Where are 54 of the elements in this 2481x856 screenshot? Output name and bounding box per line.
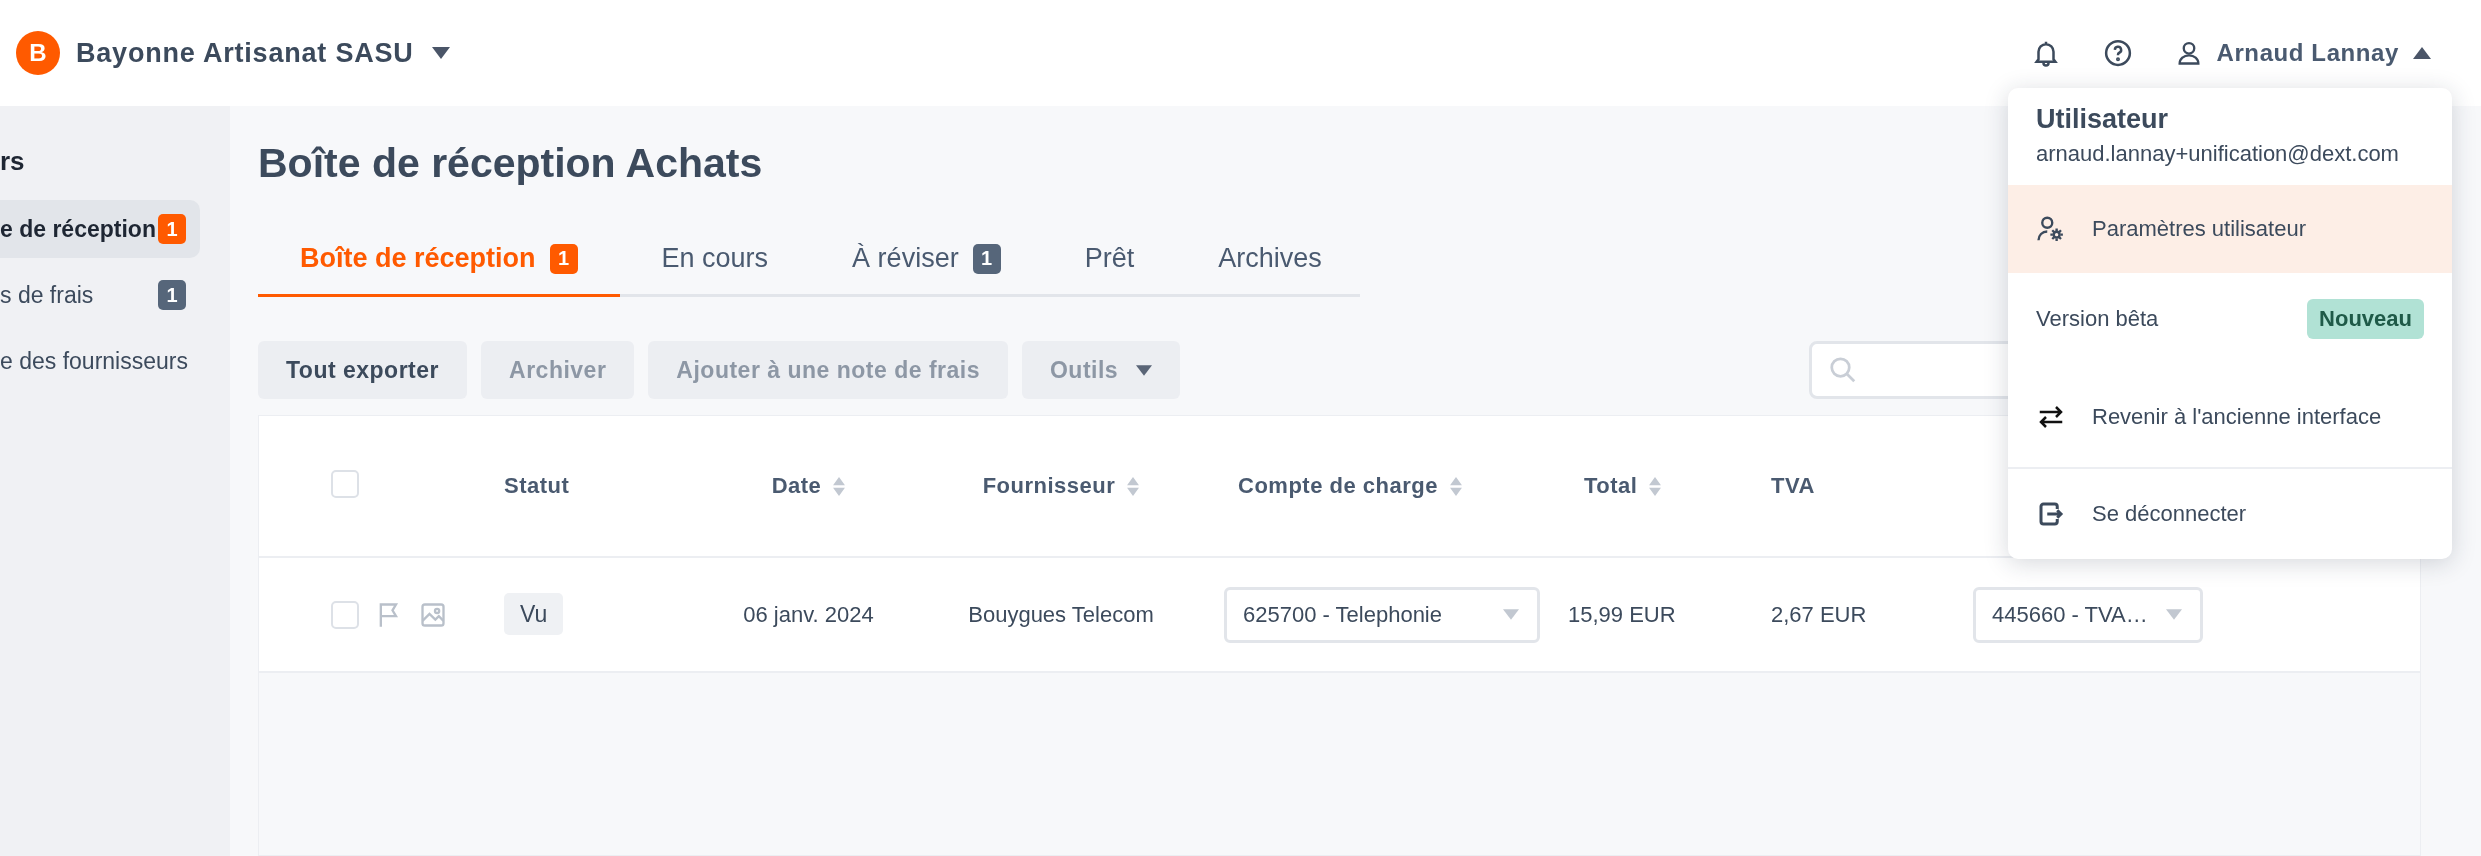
column-header[interactable]: Compte de charge	[1238, 473, 1438, 499]
column-header[interactable]: Fournisseur	[982, 473, 1116, 499]
tab[interactable]: Archives	[1176, 229, 1364, 297]
menu-item-label: Version bêta	[2036, 306, 2159, 332]
menu-item[interactable]: Se déconnecter	[2008, 467, 2452, 559]
table-cell: 06 janv. 2024	[743, 601, 874, 627]
caret-icon	[2413, 47, 2431, 59]
user-email: arnaud.lannay+unification@dext.com	[2036, 141, 2400, 167]
menu-item[interactable]: Paramètres utilisateur	[2008, 185, 2452, 273]
sidebar-item-label: e des fournisseurs	[0, 347, 188, 375]
column-header[interactable]: Total	[1584, 473, 1638, 499]
menu-item[interactable]: Revenir à l'ancienne interface	[2008, 373, 2452, 461]
sidebar-item[interactable]: e de réception 1	[0, 200, 200, 258]
sidebar-item-label: s de frais	[0, 281, 94, 309]
new-badge: Nouveau	[2307, 299, 2424, 339]
count-badge: 1	[158, 214, 186, 244]
status-chip: Vu	[504, 593, 564, 635]
account-select[interactable]: 625700 - Telephonie	[1224, 586, 1540, 643]
caret-icon	[2166, 609, 2182, 620]
menu-title: Utilisateur	[2036, 104, 2170, 135]
company-logo: B	[16, 31, 60, 75]
sort-icon[interactable]	[1127, 476, 1140, 496]
sort-icon[interactable]	[1449, 476, 1462, 496]
sidebar-heading: rs	[0, 146, 26, 178]
column-header: TVA	[1771, 473, 1815, 499]
tab[interactable]: En cours	[619, 229, 811, 297]
page-title: Boîte de réception Achats	[258, 140, 763, 187]
table-cell: 2,67 EUR	[1771, 601, 1867, 627]
count-badge: 1	[158, 280, 186, 310]
sort-icon[interactable]	[1649, 476, 1662, 496]
menu-item[interactable]: Version bêta Nouveau	[2008, 273, 2452, 373]
column-header[interactable]: Date	[771, 473, 822, 499]
sidebar-item-label: e de réception	[0, 215, 156, 243]
table-cell: 15,99 EUR	[1568, 601, 1676, 627]
sort-icon[interactable]	[833, 476, 846, 496]
tab[interactable]: Prêt	[1042, 229, 1177, 297]
image-icon[interactable]	[419, 600, 447, 629]
tab[interactable]: À réviser 1	[810, 229, 1043, 297]
tax-account-select[interactable]: 445660 - TVA…	[1973, 586, 2203, 643]
company-switcher[interactable]: Bayonne Artisanat SASU	[76, 37, 450, 69]
table-row[interactable]: Vu 06 janv. 2024 Bouygues Telecom 625700 - Telephonie 15,99 EUR 2,67 EUR 445660 - TVA…	[259, 558, 2420, 673]
user-menu-button[interactable]: Arnaud Lannay	[2174, 39, 2431, 67]
caret-icon	[1503, 609, 1519, 620]
caret-icon	[1136, 364, 1153, 376]
caret-icon	[431, 47, 450, 59]
select-all-checkbox[interactable]	[331, 470, 359, 498]
help-icon[interactable]	[2102, 38, 2133, 68]
column-header: Statut	[504, 473, 570, 499]
sidebar-item[interactable]: s de frais 1	[0, 266, 200, 324]
sidebar-item[interactable]: e des fournisseurs	[0, 332, 200, 390]
toolbar-button[interactable]: Tout exporter	[258, 341, 468, 399]
row-checkbox[interactable]	[331, 600, 359, 629]
table-cell: Bouygues Telecom	[968, 601, 1154, 627]
user-settings-icon	[2036, 214, 2066, 244]
